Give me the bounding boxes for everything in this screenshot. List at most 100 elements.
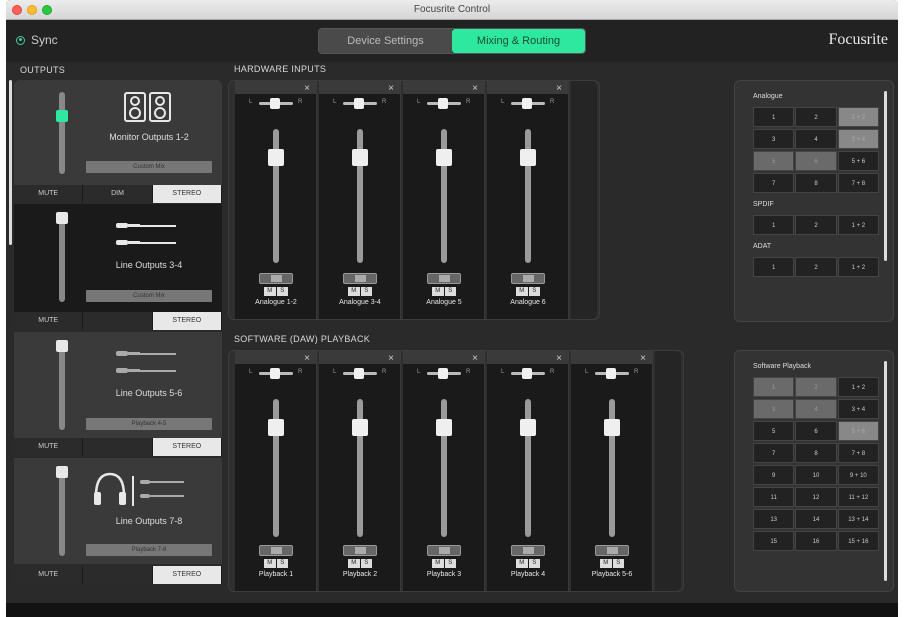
- pan-slider-handle[interactable]: [606, 368, 616, 379]
- routing-cell[interactable]: 1: [753, 257, 795, 277]
- routing-cell[interactable]: 13 + 14: [837, 509, 879, 529]
- routing-cell[interactable]: 16: [795, 531, 837, 551]
- routing-cell[interactable]: 1 + 2: [837, 377, 879, 397]
- solo-button[interactable]: S: [528, 287, 540, 296]
- close-icon[interactable]: ×: [472, 83, 478, 94]
- routing-cell[interactable]: 2: [795, 107, 837, 127]
- mute-button[interactable]: M: [516, 559, 528, 568]
- outputs-scrollbar[interactable]: [9, 80, 12, 245]
- mute-button[interactable]: MUTE: [14, 566, 84, 584]
- fader-handle[interactable]: [604, 419, 620, 436]
- solo-button[interactable]: S: [360, 559, 372, 568]
- routing-cell[interactable]: 1: [753, 215, 795, 235]
- output-fader-handle[interactable]: [56, 212, 68, 224]
- routing-cell[interactable]: 1 + 2: [837, 257, 879, 277]
- tab-mixing-routing[interactable]: Mixing & Routing: [452, 29, 585, 53]
- pan-slider-handle[interactable]: [354, 368, 364, 379]
- routing-cell[interactable]: 11: [753, 487, 795, 507]
- close-icon[interactable]: ×: [640, 353, 646, 364]
- output-source-select[interactable]: Playback 7-8: [86, 544, 212, 556]
- mixer-expand-handle[interactable]: [571, 81, 597, 319]
- routing-cell[interactable]: 7 + 8: [837, 173, 879, 193]
- mute-button[interactable]: MUTE: [14, 312, 84, 330]
- fader-handle[interactable]: [520, 149, 536, 166]
- routing-cell[interactable]: 10: [795, 465, 837, 485]
- routing-cell[interactable]: 4: [795, 399, 837, 419]
- routing-cell[interactable]: 4: [795, 129, 837, 149]
- routing-cell[interactable]: 3: [753, 129, 795, 149]
- routing-cell[interactable]: 12: [795, 487, 837, 507]
- stereo-button[interactable]: STEREO: [152, 438, 222, 456]
- mute-button[interactable]: M: [264, 287, 276, 296]
- fader-handle[interactable]: [520, 419, 536, 436]
- solo-button[interactable]: S: [276, 559, 288, 568]
- output-source-select[interactable]: Playback 4-5: [86, 418, 212, 430]
- routing-cell[interactable]: 9: [753, 465, 795, 485]
- mute-button[interactable]: MUTE: [14, 185, 84, 203]
- routing-cell[interactable]: 5 + 6: [837, 421, 879, 441]
- input-grid-scrollbar[interactable]: [884, 91, 887, 261]
- routing-cell[interactable]: 3: [753, 399, 795, 419]
- output-fader-handle[interactable]: [56, 340, 68, 352]
- solo-button[interactable]: S: [360, 287, 372, 296]
- close-icon[interactable]: ×: [304, 353, 310, 364]
- fader-handle[interactable]: [268, 419, 284, 436]
- routing-cell[interactable]: 1 + 2: [837, 215, 879, 235]
- mixer-expand-handle[interactable]: [655, 351, 681, 591]
- solo-button[interactable]: S: [444, 559, 456, 568]
- routing-cell[interactable]: 8: [795, 443, 837, 463]
- mute-button[interactable]: M: [516, 287, 528, 296]
- routing-cell[interactable]: 2: [795, 215, 837, 235]
- routing-cell[interactable]: 13: [753, 509, 795, 529]
- fader-handle[interactable]: [268, 149, 284, 166]
- output-source-select[interactable]: Custom Mix: [86, 290, 212, 302]
- routing-cell[interactable]: 5: [753, 421, 795, 441]
- pan-slider-handle[interactable]: [522, 368, 532, 379]
- routing-cell[interactable]: 6: [795, 421, 837, 441]
- output-source-select[interactable]: Custom Mix: [86, 161, 212, 173]
- routing-cell[interactable]: 15: [753, 531, 795, 551]
- dim-button[interactable]: DIM: [83, 185, 153, 203]
- mute-button[interactable]: M: [348, 559, 360, 568]
- close-icon[interactable]: ×: [304, 83, 310, 94]
- mute-button[interactable]: M: [348, 287, 360, 296]
- routing-cell[interactable]: 1: [753, 377, 795, 397]
- pan-slider-handle[interactable]: [438, 98, 448, 109]
- routing-cell[interactable]: 8: [795, 173, 837, 193]
- pan-slider-handle[interactable]: [438, 368, 448, 379]
- routing-cell[interactable]: 14: [795, 509, 837, 529]
- solo-button[interactable]: S: [276, 287, 288, 296]
- pan-slider-handle[interactable]: [270, 98, 280, 109]
- routing-cell[interactable]: 2: [795, 257, 837, 277]
- mute-button[interactable]: MUTE: [14, 438, 84, 456]
- routing-cell[interactable]: 6: [795, 151, 837, 171]
- output-fader-handle[interactable]: [56, 466, 68, 478]
- stereo-button[interactable]: STEREO: [152, 185, 222, 203]
- routing-cell[interactable]: 3 + 4: [837, 399, 879, 419]
- fader-handle[interactable]: [352, 419, 368, 436]
- routing-cell[interactable]: 2: [795, 377, 837, 397]
- routing-cell[interactable]: 7 + 8: [837, 443, 879, 463]
- close-icon[interactable]: ×: [388, 353, 394, 364]
- close-icon[interactable]: ×: [388, 83, 394, 94]
- solo-button[interactable]: S: [612, 559, 624, 568]
- routing-cell[interactable]: 15 + 16: [837, 531, 879, 551]
- stereo-button[interactable]: STEREO: [152, 566, 222, 584]
- fader-handle[interactable]: [436, 419, 452, 436]
- solo-button[interactable]: S: [528, 559, 540, 568]
- mute-button[interactable]: M: [432, 559, 444, 568]
- routing-cell[interactable]: 3 + 4: [837, 129, 879, 149]
- close-icon[interactable]: ×: [472, 353, 478, 364]
- fader-handle[interactable]: [436, 149, 452, 166]
- mute-button[interactable]: M: [600, 559, 612, 568]
- routing-cell[interactable]: 5 + 6: [837, 151, 879, 171]
- routing-cell[interactable]: 5: [753, 151, 795, 171]
- mute-button[interactable]: M: [432, 287, 444, 296]
- fader-handle[interactable]: [352, 149, 368, 166]
- solo-button[interactable]: S: [444, 287, 456, 296]
- playback-grid-scrollbar[interactable]: [884, 361, 887, 581]
- output-fader-handle[interactable]: [56, 110, 68, 122]
- routing-cell[interactable]: 1: [753, 107, 795, 127]
- pan-slider-handle[interactable]: [522, 98, 532, 109]
- close-icon[interactable]: ×: [556, 353, 562, 364]
